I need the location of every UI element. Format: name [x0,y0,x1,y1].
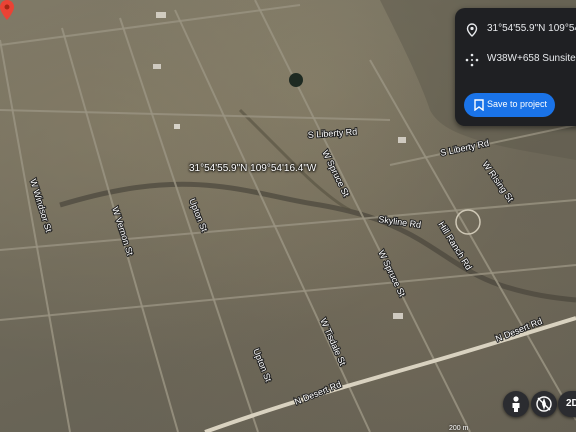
road-liberty-ew [0,109,391,121]
coordinates-text: 31°54'55.9"N 109°54' [487,23,576,34]
location-pin-icon[interactable] [0,0,14,20]
map-pin-icon [466,23,478,37]
scale-label: 200 m [449,425,469,432]
plus-code-text: W38W+658 Sunsites, Ari [487,53,576,64]
coordinates-row[interactable]: 31°54'55.9"N 109°54' [455,20,576,42]
label-s-liberty-rd-west: S Liberty Rd [307,127,357,140]
label-w-tisdale-st: W Tisdale St [318,317,348,368]
plus-code-row[interactable]: W38W+658 Sunsites, Ari [455,50,576,72]
structure-4 [393,313,403,319]
structure-3 [398,137,406,143]
road-mid-ew [0,199,576,251]
label-upton-st-south: Upton St [251,347,274,384]
compass-button[interactable] [531,391,557,417]
bookmark-icon [474,99,484,111]
label-w-rising-st: W Rising St [480,159,515,204]
road-far-west [0,39,71,432]
label-w-spruce-st-south: W Spruce St [376,248,407,298]
road-north-ew [0,4,301,46]
structure-5 [156,12,166,18]
view-mode-label: 2D [566,398,576,409]
label-s-liberty-rd-east: S Liberty Rd [439,138,490,158]
location-info-panel: 31°54'55.9"N 109°54' W38W+658 Sunsites, … [455,8,576,126]
compass-icon [536,396,552,412]
plus-code-icon [465,53,479,67]
save-to-project-button[interactable]: Save to project [464,93,555,117]
label-w-windsor-st: W Windsor St [28,178,54,234]
street-view-button[interactable] [503,391,529,417]
pin-coordinates-label: 31°54'55.9"N 109°54'16.4"W [189,163,317,174]
save-to-project-label: Save to project [487,99,548,109]
dry-wash [59,181,576,303]
road-w-vernon [119,17,259,432]
label-n-desert-rd-west: N Desert Rd [293,379,343,407]
structure-2 [174,124,180,129]
stock-pond [289,73,303,87]
pegman-icon [512,396,520,412]
road-lower-ew [0,264,576,321]
label-w-vernon-st: W Vernon St [110,206,135,258]
structure-1 [153,64,161,69]
